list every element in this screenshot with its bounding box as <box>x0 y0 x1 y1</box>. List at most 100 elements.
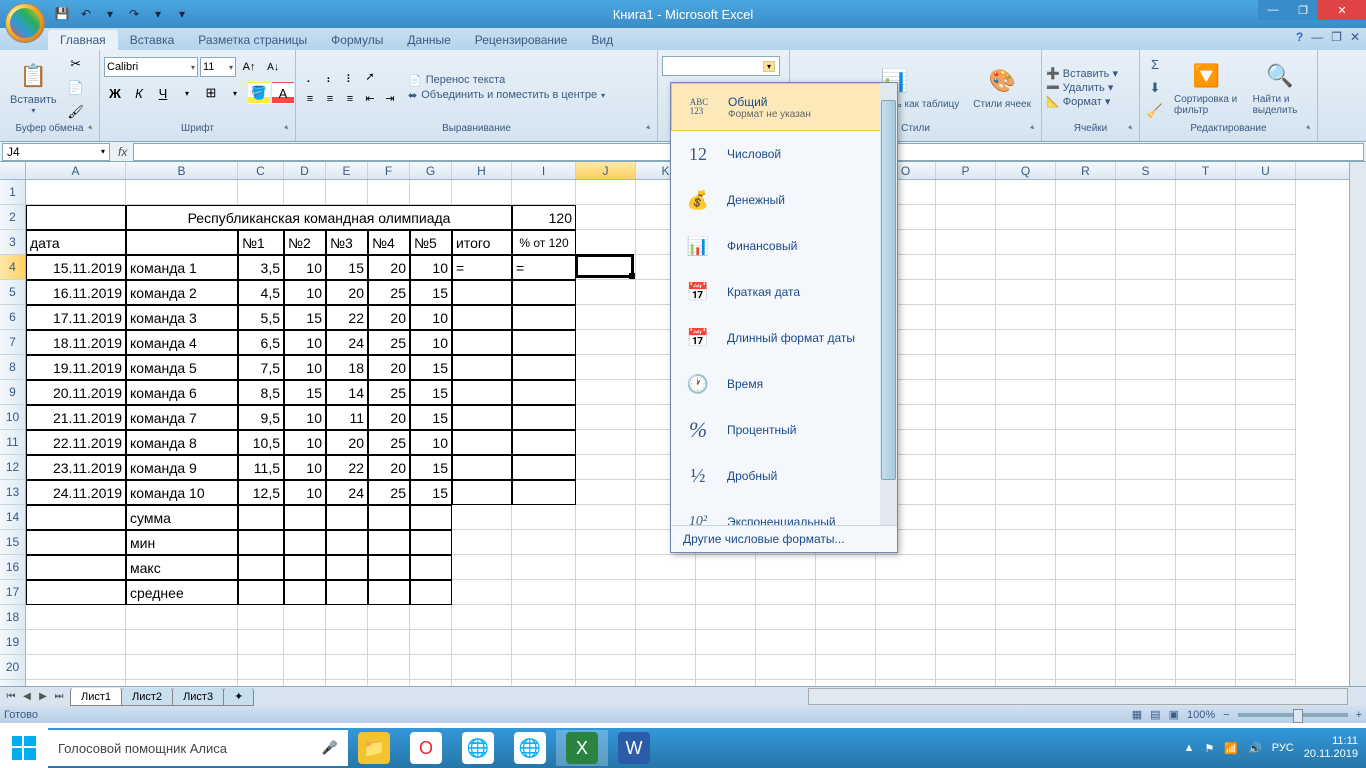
cell[interactable] <box>1236 405 1296 430</box>
cell-bordered[interactable] <box>284 505 326 530</box>
cell-data[interactable]: 10 <box>284 455 326 480</box>
view-pagebreak-icon[interactable]: ▣ <box>1169 708 1179 721</box>
sheet-nav-next-icon[interactable]: ▶ <box>36 691 50 702</box>
cell[interactable] <box>1236 330 1296 355</box>
cell[interactable] <box>936 630 996 655</box>
format-option-5[interactable]: 📅Длинный формат даты <box>671 315 897 361</box>
cell[interactable] <box>1236 455 1296 480</box>
font-color-icon[interactable]: A <box>272 82 294 104</box>
cell[interactable] <box>1236 630 1296 655</box>
cell[interactable] <box>1236 280 1296 305</box>
cell[interactable] <box>26 180 126 205</box>
cell[interactable] <box>1056 355 1116 380</box>
close-button[interactable]: ✕ <box>1318 0 1366 20</box>
italic-button[interactable]: К <box>128 82 150 104</box>
taskbar-app-chrome[interactable]: 🌐 <box>452 730 504 766</box>
cell-data[interactable]: 5,5 <box>238 305 284 330</box>
cell-data[interactable]: 22 <box>326 305 368 330</box>
cell[interactable] <box>996 230 1056 255</box>
zoom-in-icon[interactable]: + <box>1356 709 1362 721</box>
sheet-nav-first-icon[interactable]: ⏮ <box>4 691 18 702</box>
cell-data[interactable]: 10 <box>284 480 326 505</box>
sheet-nav-prev-icon[interactable]: ◀ <box>20 691 34 702</box>
cell[interactable] <box>452 630 512 655</box>
cell[interactable] <box>756 580 816 605</box>
view-layout-icon[interactable]: ▤ <box>1150 708 1160 721</box>
cell[interactable] <box>1056 455 1116 480</box>
tray-volume-icon[interactable]: 🔊 <box>1248 742 1262 755</box>
cell-data[interactable]: = <box>452 255 512 280</box>
cell-bordered[interactable] <box>512 305 576 330</box>
tab-главная[interactable]: Главная <box>48 30 118 50</box>
cell-bordered[interactable] <box>410 530 452 555</box>
cell[interactable] <box>996 405 1056 430</box>
cell[interactable] <box>1116 305 1176 330</box>
cell[interactable] <box>636 580 696 605</box>
cell-data[interactable]: 10 <box>284 355 326 380</box>
cell[interactable] <box>576 280 636 305</box>
row-header-8[interactable]: 8 <box>0 355 26 380</box>
row-header-1[interactable]: 1 <box>0 180 26 205</box>
col-header-I[interactable]: I <box>512 162 576 179</box>
view-normal-icon[interactable]: ▦ <box>1132 708 1142 721</box>
font-name-combo[interactable]: Calibri▾ <box>104 57 198 77</box>
col-header-B[interactable]: B <box>126 162 238 179</box>
cell[interactable] <box>936 230 996 255</box>
delete-cells-button[interactable]: ➖ Удалить ▾ <box>1046 81 1118 94</box>
row-header-4[interactable]: 4 <box>0 255 26 280</box>
cell[interactable] <box>876 655 936 680</box>
cell[interactable] <box>238 605 284 630</box>
cell[interactable] <box>936 305 996 330</box>
cell-bordered[interactable] <box>512 455 576 480</box>
cell-data[interactable]: 18 <box>326 355 368 380</box>
cell-bordered[interactable] <box>512 480 576 505</box>
cell[interactable] <box>576 480 636 505</box>
sheet-tab-Лист3[interactable]: Лист3 <box>172 688 224 706</box>
format-option-1[interactable]: 12Числовой <box>671 131 897 177</box>
cell-data[interactable]: итого <box>452 230 512 255</box>
cut-icon[interactable]: ✂ <box>65 53 87 75</box>
restore-window-icon[interactable]: ❐ <box>1331 30 1342 44</box>
cell[interactable] <box>1056 430 1116 455</box>
cell-data[interactable]: команда 7 <box>126 405 238 430</box>
row-header-15[interactable]: 15 <box>0 530 26 555</box>
cell[interactable] <box>936 480 996 505</box>
cell-data[interactable]: 25 <box>368 380 410 405</box>
cell-data[interactable]: 10,5 <box>238 430 284 455</box>
cell[interactable] <box>326 630 368 655</box>
cell-bordered[interactable] <box>512 380 576 405</box>
cell-data[interactable]: 10 <box>284 405 326 430</box>
cell-data[interactable]: 23.11.2019 <box>26 455 126 480</box>
dropdown-scrollbar[interactable] <box>880 83 897 525</box>
cell-data[interactable]: 11,5 <box>238 455 284 480</box>
cell[interactable] <box>1236 655 1296 680</box>
cell[interactable] <box>1176 405 1236 430</box>
cell[interactable] <box>636 630 696 655</box>
taskbar-app-chrome2[interactable]: 🌐 <box>504 730 556 766</box>
cell-bordered[interactable] <box>368 580 410 605</box>
select-all-corner[interactable] <box>0 162 26 179</box>
row-header-9[interactable]: 9 <box>0 380 26 405</box>
cell[interactable] <box>576 205 636 230</box>
cell-data[interactable]: 25 <box>368 330 410 355</box>
horizontal-scrollbar[interactable] <box>808 688 1348 705</box>
cell[interactable] <box>1176 630 1236 655</box>
cell[interactable] <box>1176 305 1236 330</box>
cell[interactable] <box>636 605 696 630</box>
cell[interactable] <box>368 605 410 630</box>
redo-dropdown-icon[interactable]: ▾ <box>148 4 168 24</box>
cell[interactable] <box>576 530 636 555</box>
row-header-7[interactable]: 7 <box>0 330 26 355</box>
cell-data[interactable]: 15.11.2019 <box>26 255 126 280</box>
fill-color-icon[interactable]: 🪣 <box>248 82 270 104</box>
cell[interactable] <box>636 655 696 680</box>
cell-bordered[interactable] <box>512 405 576 430</box>
cell-bordered[interactable] <box>238 580 284 605</box>
help-icon[interactable]: ? <box>1296 30 1303 44</box>
cell-data[interactable]: 10 <box>410 255 452 280</box>
minimize-button[interactable]: — <box>1258 0 1288 20</box>
cell-data[interactable]: 20 <box>368 355 410 380</box>
cell[interactable] <box>996 280 1056 305</box>
cell[interactable] <box>936 255 996 280</box>
cell-data[interactable]: 20 <box>326 430 368 455</box>
